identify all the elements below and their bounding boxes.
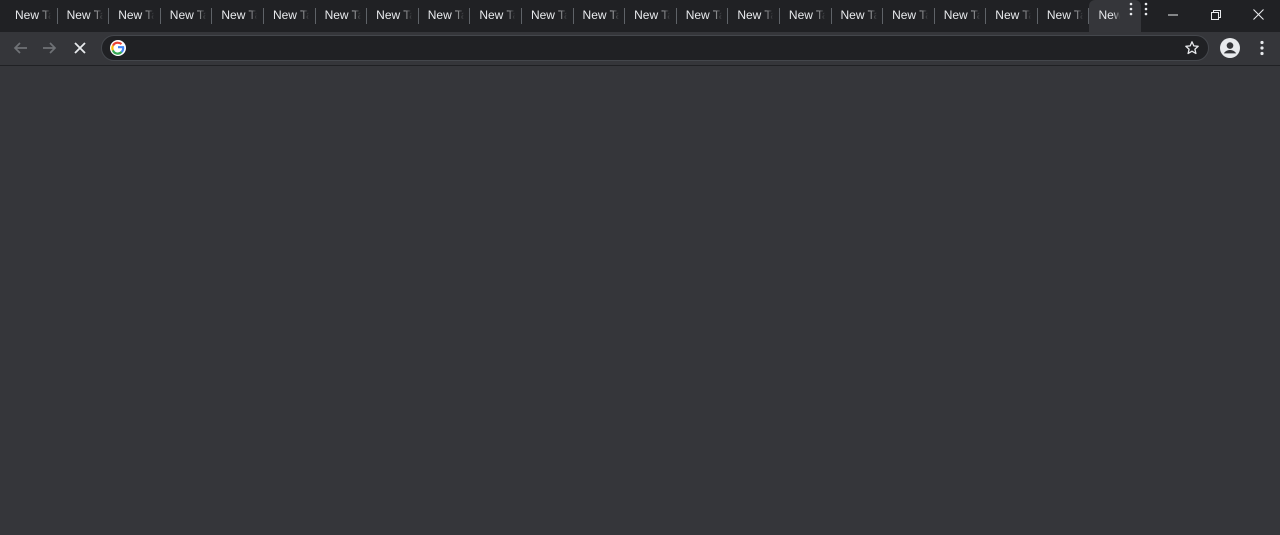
address-bar[interactable] <box>101 35 1209 61</box>
tab[interactable]: New Ta <box>883 0 935 32</box>
tab-title: New Ta <box>840 8 877 22</box>
tab-title: New Ta <box>892 8 929 22</box>
tab-title: New Ta <box>530 8 567 22</box>
three-dot-menu-icon <box>1260 40 1264 56</box>
tab-title: New Ta <box>582 8 619 22</box>
tab[interactable]: New Ta <box>677 0 729 32</box>
forward-button[interactable] <box>36 34 64 62</box>
address-input[interactable] <box>130 38 1174 60</box>
tab[interactable]: New Ta <box>212 0 264 32</box>
tab-title: New Ta <box>479 8 516 22</box>
browser-window: New Ta New Ta New Ta New Ta New Ta New Ta New … <box>0 0 1280 535</box>
tab[interactable]: New Ta <box>935 0 987 32</box>
restore-button[interactable] <box>1194 0 1237 29</box>
tab[interactable]: New Ta <box>58 0 110 32</box>
tab-title: New Ta <box>995 8 1032 22</box>
tab-title: New Ta <box>634 8 671 22</box>
tab[interactable]: New Ta <box>6 0 58 32</box>
tab-title: New Ta <box>1046 8 1083 22</box>
tab-title: New Ta <box>943 8 980 22</box>
close-icon <box>1253 9 1264 20</box>
tab-title: New Ta <box>272 8 309 22</box>
toolbar <box>0 32 1280 66</box>
tab-title: New Ta <box>118 8 155 22</box>
tab[interactable]: New Ta <box>419 0 471 32</box>
browser-menu-button[interactable] <box>1248 34 1276 62</box>
page-content <box>0 66 1280 535</box>
window-controls <box>1151 0 1280 32</box>
restore-icon <box>1210 9 1221 20</box>
tab[interactable]: New Ta <box>264 0 316 32</box>
tab[interactable]: New Ta <box>522 0 574 32</box>
tab[interactable]: New Ta <box>316 0 368 32</box>
tab-strip: New Ta New Ta New Ta New Ta New Ta New Ta New … <box>0 0 1280 32</box>
tab[interactable]: New Ta <box>780 0 832 32</box>
tab-title: New Ta <box>221 8 258 22</box>
tab[interactable]: New Ta <box>367 0 419 32</box>
stop-button[interactable] <box>66 34 94 62</box>
google-logo-icon <box>110 40 126 56</box>
tab-title: New Ta <box>427 8 464 22</box>
tab-search-icon[interactable] <box>1122 1 1152 17</box>
tab-title: New Ta <box>324 8 361 22</box>
tab[interactable]: New Ta <box>1038 0 1090 32</box>
minimize-button[interactable] <box>1151 0 1194 29</box>
tab-title: New Ta <box>788 8 825 22</box>
tab[interactable]: New Ta <box>728 0 780 32</box>
profile-avatar-icon <box>1220 38 1240 58</box>
tab[interactable]: New Ta <box>161 0 213 32</box>
tab-title: New Ta <box>66 8 103 22</box>
tab-list: New Ta New Ta New Ta New Ta New Ta New Ta New … <box>6 0 1142 32</box>
tab[interactable]: New Ta <box>832 0 884 32</box>
tab[interactable]: New Ta <box>986 0 1038 32</box>
close-window-button[interactable] <box>1237 0 1280 29</box>
tab-title: New Ta <box>737 8 774 22</box>
tab-title: New Ta <box>15 8 51 22</box>
tab-title: New Ta <box>169 8 206 22</box>
stop-loading-icon <box>74 42 86 54</box>
forward-arrow-icon <box>43 42 57 54</box>
tab-title: New <box>1098 8 1121 22</box>
minimize-icon <box>1167 14 1178 15</box>
profile-button[interactable] <box>1216 34 1244 62</box>
back-arrow-icon <box>13 42 27 54</box>
tab-title: New Ta <box>685 8 722 22</box>
tab[interactable]: New Ta <box>470 0 522 32</box>
tab[interactable]: New Ta <box>574 0 626 32</box>
tab[interactable]: New Ta <box>625 0 677 32</box>
tab-title: New Ta <box>376 8 413 22</box>
back-button[interactable] <box>6 34 34 62</box>
bookmark-star-icon[interactable] <box>1184 40 1200 56</box>
tab[interactable]: New Ta <box>109 0 161 32</box>
